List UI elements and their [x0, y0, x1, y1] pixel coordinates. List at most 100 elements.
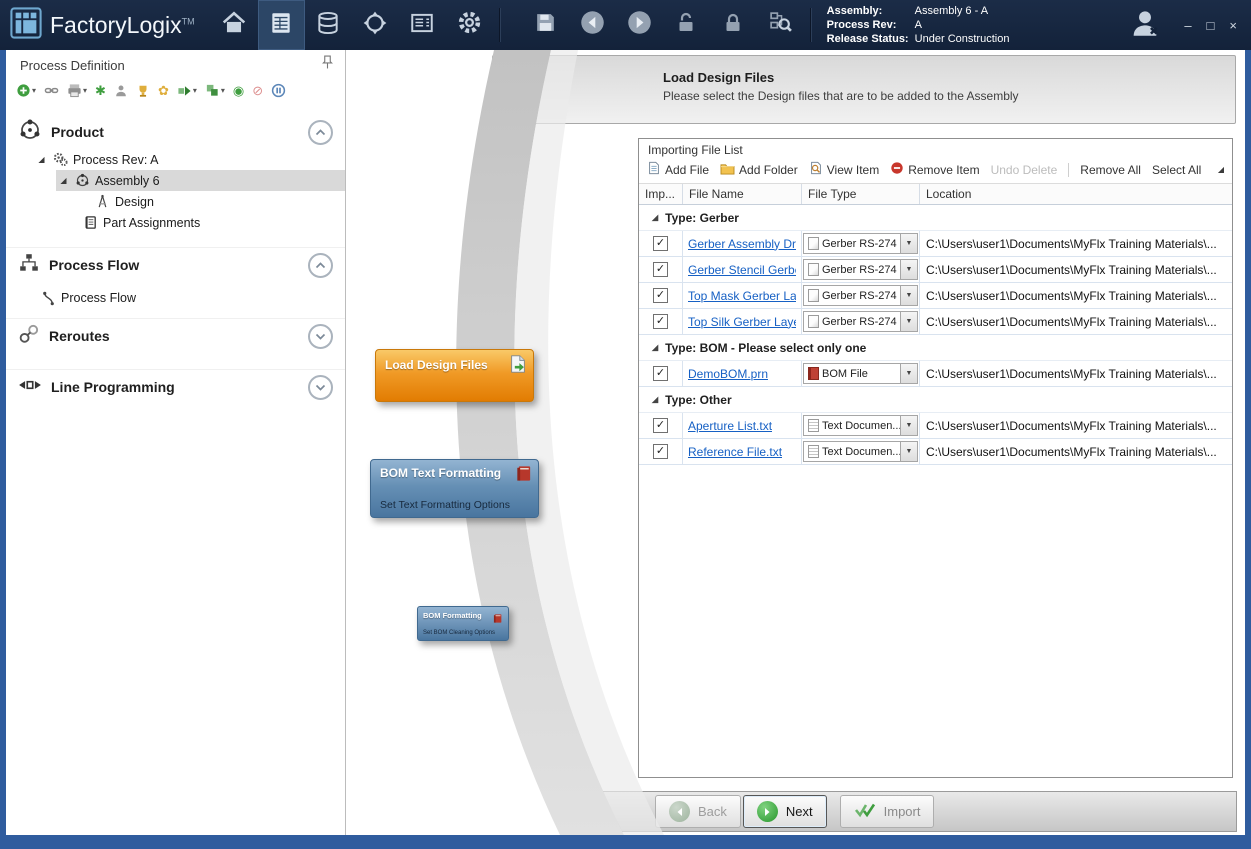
file-type-dropdown-button[interactable]: ▼ [900, 286, 917, 305]
add-folder-button[interactable]: Add Folder [720, 162, 798, 178]
dispatch-button[interactable] [352, 0, 399, 50]
import-button[interactable]: Import [840, 795, 935, 828]
collapse-product-button[interactable] [308, 120, 333, 145]
imported-checkbox[interactable]: ✓ [653, 314, 668, 329]
group-row[interactable]: ◢Type: Gerber [639, 205, 1232, 231]
sync-button[interactable]: ✱ [95, 82, 106, 99]
close-button[interactable]: × [1229, 18, 1237, 33]
file-list-toolbar: Add File Add Folder View Item Remove Ite… [639, 159, 1232, 184]
tree-section-process-flow[interactable]: Process Flow [6, 248, 345, 282]
back-button[interactable]: Back [655, 795, 741, 828]
group-expander-icon[interactable]: ◢ [652, 343, 658, 352]
imported-checkbox[interactable]: ✓ [653, 444, 668, 459]
file-type-combobox[interactable]: Gerber RS-274▼ [803, 285, 918, 306]
undo-delete-button[interactable]: Undo Delete [991, 163, 1058, 177]
flow-step-bom-formatting[interactable]: BOM Formatting Set BOM Cleaning Options [417, 606, 509, 641]
window-controls: – □ × [1184, 18, 1237, 33]
maximize-button[interactable]: □ [1207, 18, 1215, 33]
tree-section-product[interactable]: Product [6, 115, 345, 149]
forward-nav-button[interactable] [616, 0, 663, 50]
save-button[interactable] [522, 0, 569, 50]
tree-item-assembly-selected[interactable]: ◢ Assembly 6 [56, 170, 345, 191]
file-type-combobox[interactable]: BOM File▼ [803, 363, 918, 384]
flow-step-bom-text-formatting[interactable]: BOM Text Formatting Set Text Formatting … [370, 459, 539, 518]
award-button[interactable] [136, 82, 150, 99]
column-header-file-name[interactable]: File Name [683, 184, 802, 204]
back-nav-button[interactable] [569, 0, 616, 50]
materials-button[interactable] [305, 0, 352, 50]
file-type-dropdown-button[interactable]: ▼ [900, 312, 917, 331]
column-header-location[interactable]: Location [920, 184, 1232, 204]
import-flow-button[interactable]: ▾ [205, 82, 225, 99]
flower-button[interactable]: ✿ [158, 82, 169, 99]
imported-checkbox[interactable]: ✓ [653, 236, 668, 251]
link-button[interactable] [44, 82, 59, 99]
export-flow-button[interactable]: ▾ [177, 82, 197, 99]
file-name-link[interactable]: DemoBOM.prn [688, 367, 768, 381]
column-header-imported[interactable]: Imp... [639, 184, 683, 204]
group-expander-icon[interactable]: ◢ [652, 395, 658, 404]
lock-button[interactable] [710, 0, 757, 50]
documents-button[interactable] [399, 0, 446, 50]
view-item-button[interactable]: View Item [809, 161, 879, 178]
file-type-combobox[interactable]: Gerber RS-274▼ [803, 259, 918, 280]
imported-checkbox[interactable]: ✓ [653, 288, 668, 303]
file-type-combobox[interactable]: Gerber RS-274▼ [803, 233, 918, 254]
home-button[interactable] [211, 0, 258, 50]
add-file-button[interactable]: Add File [647, 161, 709, 178]
group-row[interactable]: ◢Type: Other [639, 387, 1232, 413]
file-name-link[interactable]: Top Mask Gerber La... [688, 289, 796, 303]
sidebar-toolbar: ▾ ▾ ✱ ✿ ▾ ▾ ◉ ⊘ [6, 80, 345, 103]
flow-step-load-design-files[interactable]: Load Design Files [375, 349, 534, 402]
tree-section-reroutes[interactable]: Reroutes [6, 319, 345, 353]
expander-icon[interactable]: ◢ [36, 155, 47, 164]
print-button[interactable]: ▾ [67, 82, 87, 99]
unlock-button[interactable] [663, 0, 710, 50]
select-all-button[interactable]: Select All [1152, 163, 1201, 177]
file-type-dropdown-button[interactable]: ▼ [900, 260, 917, 279]
next-button[interactable]: Next [743, 795, 827, 828]
column-header-file-type[interactable]: File Type [802, 184, 920, 204]
file-type-dropdown-button[interactable]: ▼ [900, 442, 917, 461]
pause-button[interactable] [271, 82, 286, 99]
expander-icon[interactable]: ◢ [58, 176, 69, 185]
file-type-combobox[interactable]: Text Documen...▼ [803, 415, 918, 436]
remove-item-button[interactable]: Remove Item [890, 161, 979, 178]
file-type-combobox[interactable]: Text Documen...▼ [803, 441, 918, 462]
imported-checkbox[interactable]: ✓ [653, 262, 668, 277]
file-type-dropdown-button[interactable]: ▼ [900, 364, 917, 383]
group-expander-icon[interactable]: ◢ [652, 213, 658, 222]
disable-button[interactable]: ⊘ [252, 82, 263, 99]
tree-item-process-flow[interactable]: Process Flow [6, 286, 345, 310]
file-name-link[interactable]: Gerber Assembly Dr... [688, 237, 796, 251]
tree-item-process-rev[interactable]: ◢ Process Rev: A [6, 149, 345, 170]
imported-checkbox[interactable]: ✓ [653, 366, 668, 381]
file-name-link[interactable]: Reference File.txt [688, 445, 782, 459]
file-type-dropdown-button[interactable]: ▼ [900, 416, 917, 435]
user-logout-button[interactable] [1128, 6, 1162, 45]
file-type-combobox[interactable]: Gerber RS-274▼ [803, 311, 918, 332]
expand-reroutes-button[interactable] [308, 324, 333, 349]
start-button[interactable]: ◉ [233, 82, 244, 99]
corner-triangle-icon[interactable]: ◢ [1218, 165, 1224, 174]
titlebar-separator [499, 8, 500, 42]
add-button[interactable]: ▾ [16, 82, 36, 99]
audit-search-button[interactable] [757, 0, 804, 50]
remove-all-button[interactable]: Remove All [1080, 163, 1141, 177]
settings-button[interactable] [446, 0, 493, 50]
expand-line-programming-button[interactable] [308, 375, 333, 400]
file-name-link[interactable]: Top Silk Gerber Laye... [688, 315, 796, 329]
file-name-link[interactable]: Gerber Stencil Gerbe... [688, 263, 796, 277]
tree-section-line-programming[interactable]: Line Programming [6, 370, 345, 404]
process-definition-button[interactable] [258, 0, 305, 50]
tree-item-part-assignments[interactable]: Part Assignments [6, 212, 345, 233]
pin-icon[interactable] [322, 55, 333, 75]
minimize-button[interactable]: – [1184, 18, 1191, 33]
file-name-link[interactable]: Aperture List.txt [688, 419, 772, 433]
collapse-process-flow-button[interactable] [308, 253, 333, 278]
group-row[interactable]: ◢Type: BOM - Please select only one [639, 335, 1232, 361]
operator-button[interactable] [114, 82, 128, 99]
file-type-dropdown-button[interactable]: ▼ [900, 234, 917, 253]
tree-item-design[interactable]: Design [6, 191, 345, 212]
imported-checkbox[interactable]: ✓ [653, 418, 668, 433]
